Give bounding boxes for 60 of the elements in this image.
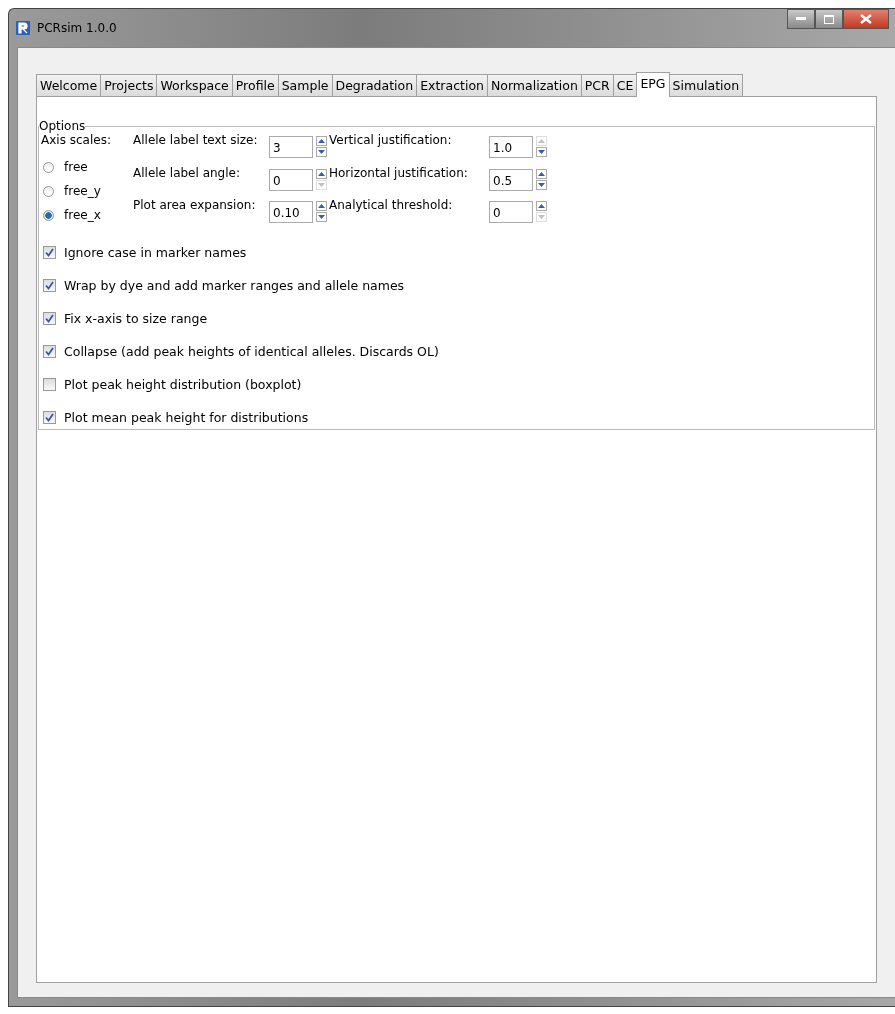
checkbox[interactable]	[43, 411, 56, 424]
maximize-icon	[824, 14, 834, 24]
spinner-field[interactable]: 0.10	[269, 201, 313, 224]
tab[interactable]: EPG	[636, 72, 670, 97]
radio-option[interactable]: free_y	[41, 179, 125, 203]
checkbox-option[interactable]: Plot mean peak height for distributions	[41, 410, 872, 425]
spin-up-button[interactable]	[316, 201, 327, 212]
axis-scales-label: Axis scales:	[41, 133, 112, 147]
tab[interactable]: Profile	[231, 74, 279, 96]
tab[interactable]: Degradation	[331, 74, 418, 96]
spinner-field[interactable]: 0.5	[489, 168, 533, 191]
checkbox-option[interactable]: Fix x-axis to size range	[41, 311, 872, 326]
tab[interactable]: Welcome	[36, 74, 102, 96]
checkbox[interactable]	[43, 378, 56, 391]
minimize-button[interactable]	[787, 9, 815, 29]
checkbox-option[interactable]: Ignore case in marker names	[41, 245, 872, 260]
spin-down-button[interactable]	[316, 147, 327, 157]
spinner-label: Horizontal justification:	[329, 165, 469, 180]
checkbox[interactable]	[43, 246, 56, 259]
tab[interactable]: Sample	[277, 74, 333, 96]
spinner-field[interactable]: 1.0	[489, 136, 533, 158]
spinner-label: Allele label text size:	[133, 133, 259, 147]
close-button[interactable]	[843, 9, 889, 29]
checkbox-option[interactable]: Plot peak height distribution (boxplot)	[41, 377, 872, 392]
spinner-field[interactable]: 0	[269, 168, 313, 191]
spin-up-button[interactable]	[536, 201, 547, 212]
radio-button[interactable]	[43, 161, 54, 173]
r-logo-icon	[15, 20, 31, 36]
spin-up-button[interactable]	[316, 136, 327, 146]
minimize-icon	[796, 17, 806, 21]
spin-down-button[interactable]	[536, 147, 547, 157]
spin-up-button[interactable]	[316, 168, 327, 179]
radio-option[interactable]: free_x	[41, 203, 125, 227]
spin-down-button[interactable]	[316, 212, 327, 223]
tab[interactable]: Workspace	[156, 74, 233, 96]
radio-button[interactable]	[43, 185, 54, 197]
tab[interactable]: Simulation	[668, 74, 744, 96]
checkbox-option[interactable]: Wrap by dye and add marker ranges and allele names	[41, 278, 872, 293]
tab[interactable]: PCR	[580, 74, 614, 96]
close-icon	[860, 14, 872, 24]
radio-button[interactable]	[43, 209, 54, 221]
checkbox[interactable]	[43, 279, 56, 292]
spin-up-button[interactable]	[536, 168, 547, 179]
checkbox-option[interactable]: Collapse (add peak heights of identical alleles. Discards OL)	[41, 344, 872, 359]
spinner-field[interactable]: 0	[489, 201, 533, 224]
checkbox[interactable]	[43, 345, 56, 358]
window-title: PCRsim 1.0.0	[37, 21, 117, 35]
spinner-label: Analytical threshold:	[329, 198, 454, 213]
tab[interactable]: Projects	[100, 74, 158, 96]
spinner-label: Allele label angle:	[133, 165, 241, 180]
spinner-label: Vertical justification:	[329, 133, 453, 147]
spinner-field[interactable]: 3	[269, 136, 313, 158]
frame-title: Options	[39, 119, 86, 133]
maximize-button[interactable]	[815, 9, 843, 29]
tab[interactable]: Normalization	[486, 74, 582, 96]
checkbox[interactable]	[43, 312, 56, 325]
spin-down-button[interactable]	[536, 179, 547, 190]
tab[interactable]: Extraction	[416, 74, 488, 96]
spinner-label: Plot area expansion:	[133, 198, 257, 213]
radio-option[interactable]: free	[41, 155, 125, 179]
